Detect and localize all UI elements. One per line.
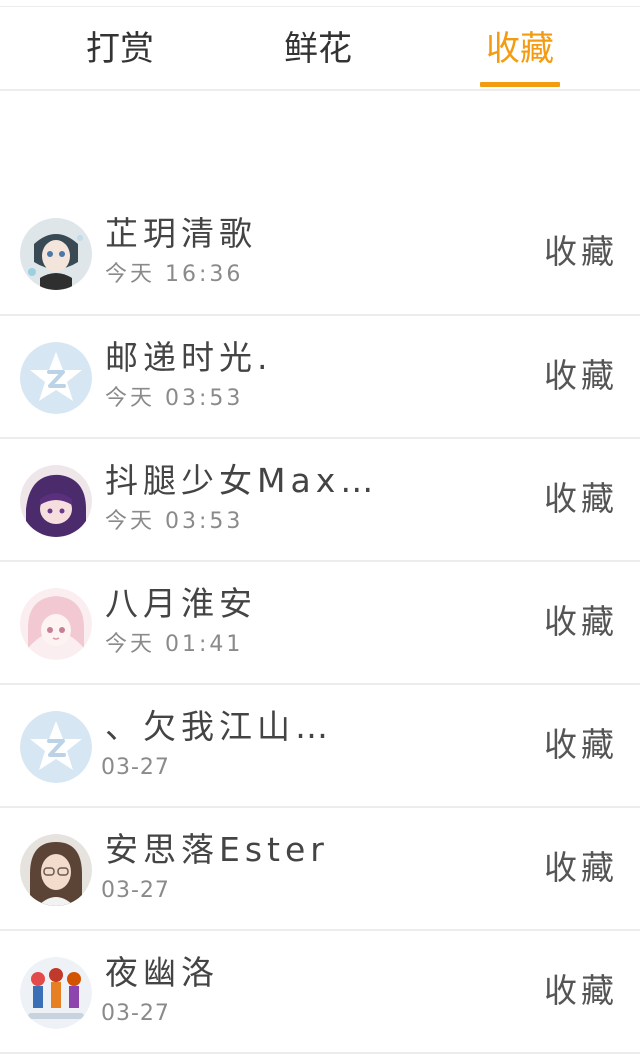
user-name: 夜幽洛 [105,953,219,992]
list-item[interactable]: 抖腿少女Max… 今天 03:53 收藏 [0,439,640,562]
user-name: 邮递时光. [105,338,273,377]
avatar[interactable] [20,711,92,783]
active-tab-indicator [480,82,560,87]
list-item[interactable]: 芷玥清歌 今天 16:36 收藏 [0,192,640,316]
tab-favorites[interactable]: 收藏 [460,27,580,77]
avatar[interactable] [20,218,92,290]
favorite-action-label: 收藏 [544,356,618,395]
favorites-list: 芷玥清歌 今天 16:36 收藏 邮递时光. 今天 03:53 收藏 抖腿少女M… [0,192,640,1054]
list-item[interactable]: 、欠我江山… 03-27 收藏 [0,685,640,808]
timestamp: 今天 03:53 [105,509,244,534]
tab-bar: 打赏 鲜花 收藏 [0,7,640,91]
avatar[interactable] [20,588,92,660]
user-name: 八月淮安 [105,584,257,623]
list-item[interactable]: 邮递时光. 今天 03:53 收藏 [0,316,640,439]
timestamp: 03-27 [101,878,170,903]
favorite-action-label: 收藏 [544,602,618,641]
timestamp: 今天 01:41 [105,632,244,657]
favorite-action-label: 收藏 [544,232,618,271]
timestamp: 今天 16:36 [105,262,244,287]
user-name: 、欠我江山… [105,707,333,746]
user-name: 安思落Ester [105,830,329,869]
favorite-action-label: 收藏 [544,479,618,518]
avatar[interactable] [20,342,92,414]
user-name: 抖腿少女Max… [105,461,379,500]
avatar[interactable] [20,834,92,906]
tab-flowers[interactable]: 鲜花 [258,27,378,77]
favorite-action-label: 收藏 [544,848,618,887]
favorite-action-label: 收藏 [544,725,618,764]
list-item[interactable]: 八月淮安 今天 01:41 收藏 [0,562,640,685]
timestamp: 今天 03:53 [105,386,244,411]
timestamp: 03-27 [101,1001,170,1026]
avatar[interactable] [20,465,92,537]
tab-reward[interactable]: 打赏 [60,27,180,77]
favorite-action-label: 收藏 [544,971,618,1010]
timestamp: 03-27 [101,755,170,780]
avatar[interactable] [20,957,92,1029]
list-item[interactable]: 安思落Ester 03-27 收藏 [0,808,640,931]
user-name: 芷玥清歌 [105,214,257,253]
list-item[interactable]: 夜幽洛 03-27 收藏 [0,931,640,1054]
